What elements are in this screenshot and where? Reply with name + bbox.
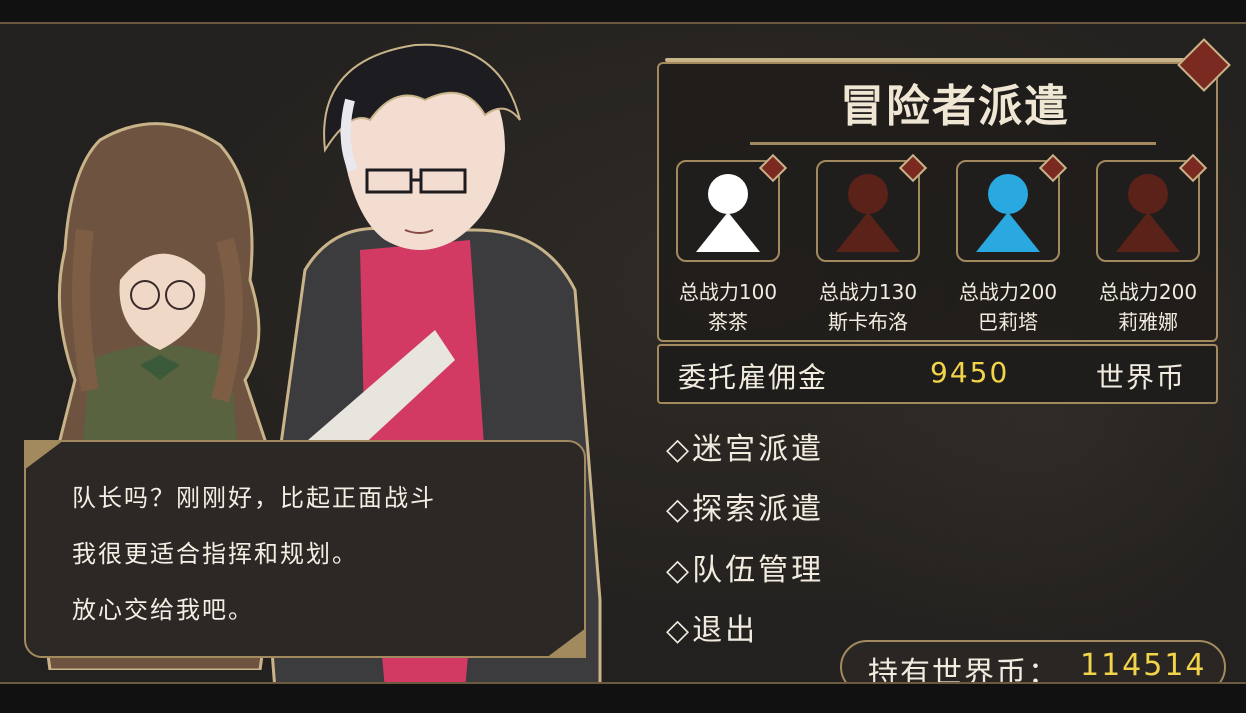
brown-person-icon [1116, 174, 1180, 252]
adventurer-name: 莉雅娜 [1118, 310, 1178, 334]
adventurer-name: 斯卡布洛 [828, 310, 908, 334]
dialog-corner-ornament [24, 440, 64, 470]
menu-labyrinth-dispatch[interactable]: ◇迷宫派遣 [666, 424, 824, 468]
title-divider [750, 142, 1156, 145]
dialog-line-2: 我很更适合指挥和规划。 [72, 540, 358, 568]
dialog-line-3: 放心交给我吧。 [72, 596, 254, 624]
brown-person-icon [836, 174, 900, 252]
bottom-bar [0, 682, 1246, 713]
menu-team-management[interactable]: ◇队伍管理 [666, 545, 824, 589]
adventurer-slot-1[interactable] [676, 160, 780, 262]
white-person-icon [696, 174, 760, 252]
panel-title: 冒险者派遣 [840, 81, 1070, 132]
menu-exploration-dispatch[interactable]: ◇探索派遣 [666, 484, 824, 528]
adventurer-power: 总战力130 [818, 280, 918, 304]
panel-top-ornament [665, 58, 1185, 62]
top-bar [0, 0, 1246, 24]
adventurer-slot-4[interactable] [1096, 160, 1200, 262]
adventurer-name: 茶茶 [708, 310, 748, 334]
fee-label: 委托雇佣金 [678, 361, 829, 394]
adventurer-power: 总战力100 [678, 280, 778, 304]
adventurer-power: 总战力200 [1098, 280, 1198, 304]
adventurer-power: 总战力200 [958, 280, 1058, 304]
menu-exit[interactable]: ◇退出 [666, 605, 758, 649]
adventurer-name: 巴莉塔 [978, 310, 1038, 334]
fee-unit: 世界币 [1096, 361, 1187, 394]
wallet-value: 114514 [1080, 648, 1207, 683]
dialog-corner-ornament [546, 628, 586, 658]
adventurer-slot-2[interactable] [816, 160, 920, 262]
blue-person-icon [976, 174, 1040, 252]
dialog-line-1: 队长吗？刚刚好，比起正面战斗 [72, 484, 436, 512]
adventurer-slot-3[interactable] [956, 160, 1060, 262]
fee-value: 9450 [930, 356, 1010, 389]
